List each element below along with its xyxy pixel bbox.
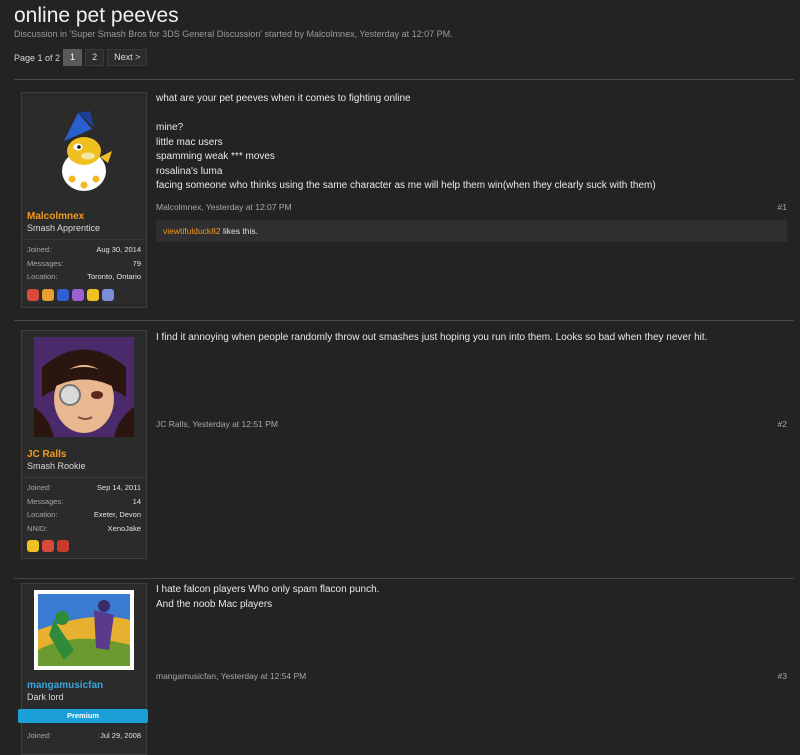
post-author-date[interactable]: JC Ralls, Yesterday at 12:51 PM	[156, 419, 278, 429]
post-1-likes: viewtifulduck82 likes this.	[156, 220, 787, 242]
message-line: I find it annoying when people randomly …	[156, 332, 708, 343]
post-2-message: I find it annoying when people randomly …	[156, 331, 786, 346]
post-3-username[interactable]: mangamusicfan	[27, 680, 146, 691]
post-number[interactable]: #1	[778, 202, 787, 212]
stat-key: Location:	[27, 510, 58, 519]
post-1-userinfo: Malcolmnex Smash Apprentice Joined: Aug 3…	[21, 92, 147, 308]
post-2-user-stats: Joined: Sep 14, 2011 Messages: 14 Location…	[22, 477, 146, 537]
header-divider	[14, 79, 794, 80]
character-icon	[27, 540, 39, 552]
page-navigation: Page 1 of 2 1 2 Next >	[14, 49, 150, 66]
message-line: And the noob Mac players	[156, 598, 273, 610]
character-icon	[42, 540, 54, 552]
post-3-user-title: Dark lord	[27, 692, 64, 702]
character-icons	[22, 537, 146, 558]
post-3-meta: mangamusicfan, Yesterday at 12:54 PM #3	[156, 671, 787, 681]
message-line: facing someone who thinks using the same…	[156, 180, 656, 191]
user-stat-row: Messages: 14	[27, 495, 141, 509]
post-2-username[interactable]: JC Ralls	[27, 449, 146, 460]
post-1-username[interactable]: Malcolmnex	[27, 211, 146, 222]
stat-key: Joined:	[27, 483, 52, 492]
likes-text: likes this.	[220, 226, 258, 236]
message-line	[156, 107, 786, 122]
stat-key: Messages:	[27, 258, 64, 268]
stat-value: Sep 14, 2011	[96, 483, 141, 492]
character-icon	[102, 288, 114, 301]
post-1-meta: Malcolmnex, Yesterday at 12:07 PM #1	[156, 202, 787, 212]
user-stat-row: Location: Toronto, Ontario	[27, 270, 141, 284]
user-stat-row: Location: Exeter, Devon	[27, 508, 141, 522]
post-divider	[14, 320, 794, 321]
post-3-message: I hate falcon players Who only spam flac…	[156, 583, 786, 612]
post-2-user-title: Smash Rookie	[27, 461, 86, 471]
stat-value: XenoJake	[107, 523, 141, 533]
user-stat-row: Messages: 79	[27, 257, 141, 271]
post-divider	[14, 578, 794, 579]
stat-value: Toronto, Ontario	[87, 272, 141, 281]
stat-key: Messages:	[27, 496, 64, 506]
thread-description: Discussion in 'Super Smash Bros for 3DS …	[14, 29, 453, 39]
character-icon	[57, 288, 69, 301]
message-line: rosalina's luma	[156, 165, 223, 177]
user-stat-row: Joined: Jul 29, 2008	[27, 729, 141, 743]
character-icon	[27, 288, 39, 301]
post-2-meta: JC Ralls, Yesterday at 12:51 PM #2	[156, 419, 787, 429]
post-3-userinfo: mangamusicfan Dark lord Joined: Jul 29, 2…	[21, 583, 147, 755]
stat-key: Joined:	[27, 245, 52, 254]
post-author-date[interactable]: mangamusicfan, Yesterday at 12:54 PM	[156, 671, 306, 681]
message-line: spamming weak *** moves	[156, 151, 275, 162]
avatar-1[interactable]	[34, 99, 134, 199]
post-1-user-title: Smash Apprentice	[27, 223, 101, 233]
page-2-link[interactable]: 2	[85, 49, 105, 66]
thread-title: online pet peeves	[14, 4, 179, 27]
user-stat-row: NNID: XenoJake	[27, 522, 141, 536]
character-icon	[72, 288, 84, 301]
page-1-link[interactable]: 1	[63, 49, 83, 66]
next-page-button[interactable]: Next >	[107, 49, 148, 66]
character-icon	[42, 288, 54, 301]
post-author-date[interactable]: Malcolmnex, Yesterday at 12:07 PM	[156, 202, 292, 212]
user-stat-row: Joined: Sep 14, 2011	[27, 481, 141, 495]
post-1-message: what are your pet peeves when it comes t…	[156, 92, 786, 194]
message-line: little mac users	[156, 136, 223, 148]
stat-value[interactable]: 14	[133, 495, 141, 509]
character-icons	[22, 286, 146, 307]
page-count-label: Page 1 of 2	[14, 52, 61, 63]
liker-link[interactable]: viewtifulduck82	[163, 226, 221, 236]
stat-key: Location:	[27, 272, 58, 281]
stat-key: NNID:	[27, 523, 48, 533]
stat-value: Exeter, Devon	[93, 510, 141, 519]
post-1-user-stats: Joined: Aug 30, 2014 Messages: 79 Location…	[22, 239, 146, 286]
post-3-user-stats: Joined: Jul 29, 2008	[22, 724, 146, 745]
character-icon	[57, 540, 69, 552]
stat-key: Joined:	[27, 731, 52, 740]
message-line: I hate falcon players Who only spam flac…	[156, 584, 380, 595]
post-number[interactable]: #2	[778, 419, 787, 429]
avatar-2[interactable]	[34, 337, 134, 437]
post-2-userinfo: JC Ralls Smash Rookie Joined: Sep 14, 201…	[21, 330, 147, 559]
premium-badge: Premium	[18, 709, 148, 723]
user-stat-row: Joined: Aug 30, 2014	[27, 243, 141, 257]
post-number[interactable]: #3	[778, 671, 787, 681]
stat-value: Jul 29, 2008	[100, 731, 141, 740]
character-icon	[87, 288, 99, 301]
avatar-3[interactable]	[34, 590, 134, 670]
message-line: mine?	[156, 122, 184, 133]
message-line: what are your pet peeves when it comes t…	[156, 93, 411, 104]
stat-value[interactable]: 79	[133, 257, 141, 271]
stat-value: Aug 30, 2014	[96, 245, 141, 254]
